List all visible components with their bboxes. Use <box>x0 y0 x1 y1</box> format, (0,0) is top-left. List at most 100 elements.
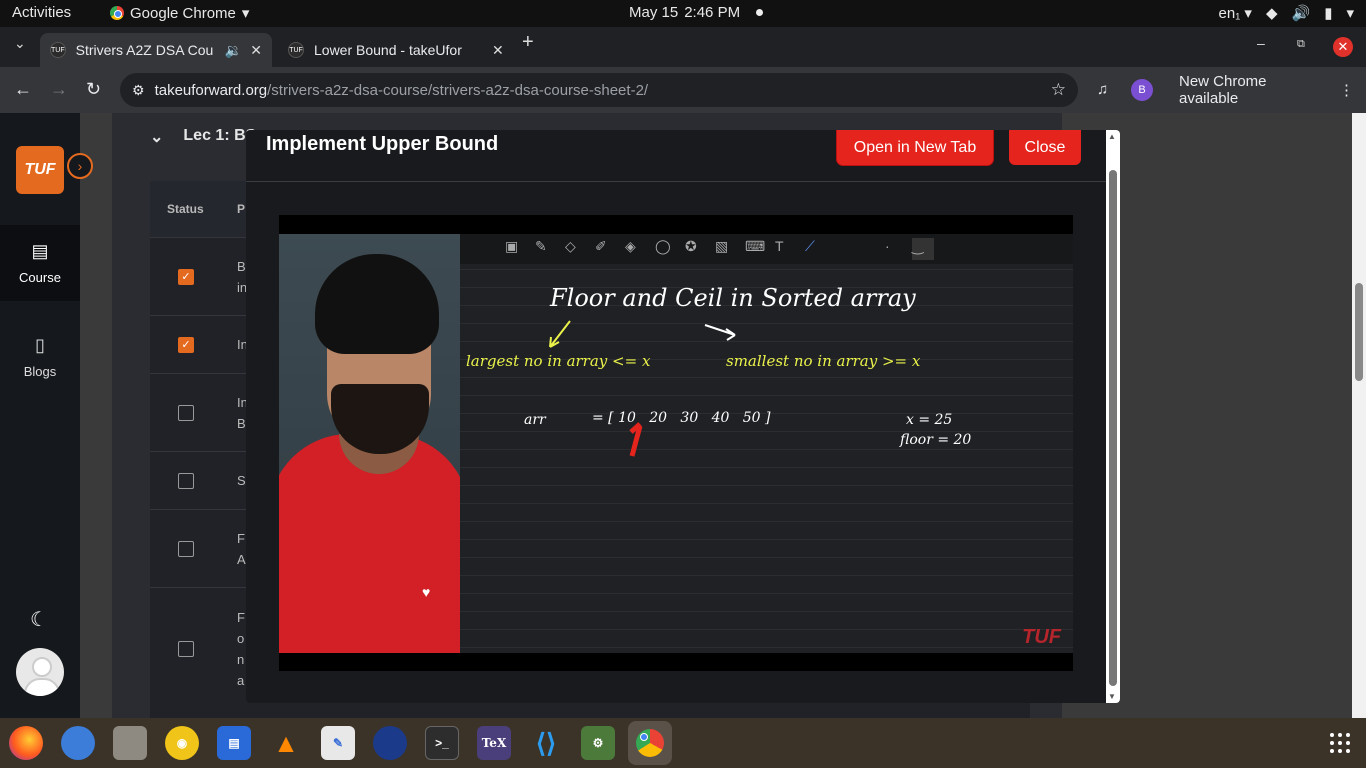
status-checkbox[interactable] <box>178 404 194 421</box>
terminal-icon[interactable]: >_ <box>425 726 459 760</box>
browser-toolbar: ← → ↻ ⚙ takeuforward.org /strivers-a2z-d… <box>0 67 1366 113</box>
scrollbar-thumb[interactable] <box>1109 170 1117 686</box>
address-bar[interactable]: ⚙ takeuforward.org /strivers-a2z-dsa-cou… <box>120 73 1078 107</box>
blog-icon: ▯ <box>35 335 45 355</box>
tab-title: Strivers A2Z DSA Cou <box>75 42 214 58</box>
back-icon[interactable]: ← <box>14 79 32 100</box>
language-label: en₁ <box>1218 5 1241 22</box>
maximize-icon[interactable]: ⧉ <box>1297 38 1305 51</box>
close-tab-icon[interactable]: ✕ <box>250 42 262 59</box>
vlc-icon[interactable]: ▲ <box>269 726 303 760</box>
update-label: New Chrome available <box>1179 73 1267 107</box>
chrome-dock-icon[interactable] <box>628 721 672 765</box>
checked-checkbox[interactable]: ✓ <box>178 268 194 285</box>
heart-logo-icon: ♥ <box>422 584 431 600</box>
scroll-down-icon[interactable]: ▼ <box>1108 692 1116 701</box>
page-scrollbar-thumb[interactable] <box>1355 283 1363 381</box>
floor-value: floor = 20 <box>900 432 972 448</box>
profile-avatar[interactable]: B <box>1131 79 1153 101</box>
modal-title: Implement Upper Bound <box>266 133 499 155</box>
new-tab-icon[interactable]: + <box>522 31 534 54</box>
close-tab-icon[interactable]: ✕ <box>492 42 504 59</box>
status-checkbox[interactable] <box>178 540 194 557</box>
tuf-logo[interactable]: TUF <box>16 146 64 194</box>
text-editor-icon[interactable]: ✎ <box>321 726 355 760</box>
tuf-favicon-icon: TUF <box>50 42 66 58</box>
sidebar-item-blogs[interactable]: ▯ Blogs <box>0 319 80 395</box>
writer-icon[interactable]: ▤ <box>217 726 251 760</box>
problem-name[interactable]: Fona <box>237 607 245 691</box>
user-avatar[interactable] <box>16 648 64 696</box>
firefox-icon[interactable] <box>9 726 43 760</box>
activities-button[interactable]: Activities <box>12 4 71 21</box>
sidebar-item-label: Blogs <box>23 364 57 379</box>
problem-name[interactable]: FA <box>237 528 246 570</box>
url-host: takeuforward.org <box>154 81 268 99</box>
bookmark-star-icon[interactable]: ☆ <box>1051 80 1066 100</box>
app-menu[interactable]: Google Chrome ▾ <box>110 4 249 22</box>
arr-values: = [ 10 20 30 40 50 ] <box>592 410 771 426</box>
url-path: /strivers-a2z-dsa-course/strivers-a2z-ds… <box>267 81 649 99</box>
problem-name[interactable]: S <box>237 470 246 491</box>
problem-name-line: F <box>237 530 245 546</box>
sidebar-item-course[interactable]: ▤ Course <box>0 225 80 301</box>
page-scrollbar[interactable] <box>1352 113 1366 718</box>
input-language[interactable]: en₁ ▾ <box>1219 4 1252 22</box>
volume-icon: 🔊 <box>1291 5 1311 22</box>
board-arrows <box>549 320 736 457</box>
tab-title: Lower Bound - takeUfor <box>314 42 462 58</box>
forward-icon[interactable]: → <box>50 79 68 100</box>
tab-search-icon[interactable]: ⌄ <box>14 35 26 52</box>
recording-indicator-icon <box>756 9 764 16</box>
media-control-icon[interactable]: ♫ <box>1097 81 1108 98</box>
minimize-icon[interactable]: – <box>1257 35 1265 51</box>
video-player[interactable]: ♥ ▣ ✎ ◇ ✐ ◈ ◯ ✪ ▧ ⌨ T ⟋ · ‿ Floor and Ce… <box>279 215 1073 671</box>
arrow-left-icon <box>549 320 571 348</box>
x-value: x = 25 <box>906 412 953 428</box>
hair <box>315 254 439 354</box>
files-icon[interactable] <box>113 726 147 760</box>
scroll-up-icon[interactable]: ▲ <box>1108 132 1116 141</box>
speaker-icon[interactable]: 🔉 <box>225 42 242 59</box>
thunderbird-icon[interactable] <box>61 726 95 760</box>
remote-desktop-icon[interactable] <box>373 726 407 760</box>
reload-icon[interactable]: ↻ <box>86 79 101 100</box>
clock[interactable]: May 15 2:46 PM <box>629 4 764 21</box>
status-checkbox[interactable] <box>178 640 194 657</box>
problem-name-line: S <box>237 473 246 488</box>
tab-lower-bound[interactable]: TUF Lower Bound - takeUfor ✕ <box>278 33 514 67</box>
tex-icon[interactable]: TeX <box>477 726 511 760</box>
show-apps-icon[interactable] <box>1330 733 1350 753</box>
checked-checkbox[interactable]: ✓ <box>178 336 194 353</box>
instructor-webcam: ♥ <box>279 234 460 653</box>
tab-strivers[interactable]: TUF Strivers A2Z DSA Cou 🔉 ✕ <box>40 33 272 67</box>
header-status: Status <box>167 202 204 216</box>
tuf-favicon-icon: TUF <box>288 42 304 58</box>
modal-header: Implement Upper Bound Open in New Tab Cl… <box>246 130 1106 182</box>
vscode-icon[interactable]: ⟨⟩ <box>529 726 563 760</box>
course-icon: ▤ <box>31 241 49 261</box>
open-in-new-tab-button[interactable]: Open in New Tab <box>837 130 993 165</box>
modal-scrollbar[interactable]: ▲ ▼ <box>1106 130 1120 703</box>
problem-name-line: F <box>237 609 245 625</box>
clock-time: 2:46 PM <box>684 4 741 21</box>
dark-mode-icon[interactable]: ☾ <box>30 607 48 632</box>
chrome-icon <box>636 729 664 757</box>
tab-strip: ⌄ TUF Strivers A2Z DSA Cou 🔉 ✕ TUF Lower… <box>0 27 1366 67</box>
rhythmbox-icon[interactable]: ◉ <box>165 726 199 760</box>
expand-sidebar-icon[interactable]: › <box>67 153 93 179</box>
clock-date: May 15 <box>629 4 679 21</box>
caret-down-icon: ▾ <box>1346 5 1354 22</box>
window-close-icon[interactable]: ✕ <box>1333 37 1353 57</box>
system-tray[interactable]: en₁ ▾ ◆ 🔊 ▮ ▾ <box>1219 4 1354 22</box>
lecture-header[interactable]: ⌄ Lec 1: BS <box>150 127 256 147</box>
network-tool-icon[interactable]: ⚙ <box>581 726 615 760</box>
status-checkbox[interactable] <box>178 472 194 489</box>
close-button[interactable]: Close <box>1009 130 1081 165</box>
chevron-down-icon: ⌄ <box>150 129 164 146</box>
site-info-icon[interactable]: ⚙ <box>132 82 145 99</box>
kebab-menu-icon[interactable]: ⋮ <box>1339 81 1354 99</box>
left-note: largest no in array <= x <box>466 352 651 370</box>
pointer-mark-icon <box>629 422 643 457</box>
new-chrome-available-button[interactable]: New Chrome available ⋮ <box>1167 73 1366 107</box>
